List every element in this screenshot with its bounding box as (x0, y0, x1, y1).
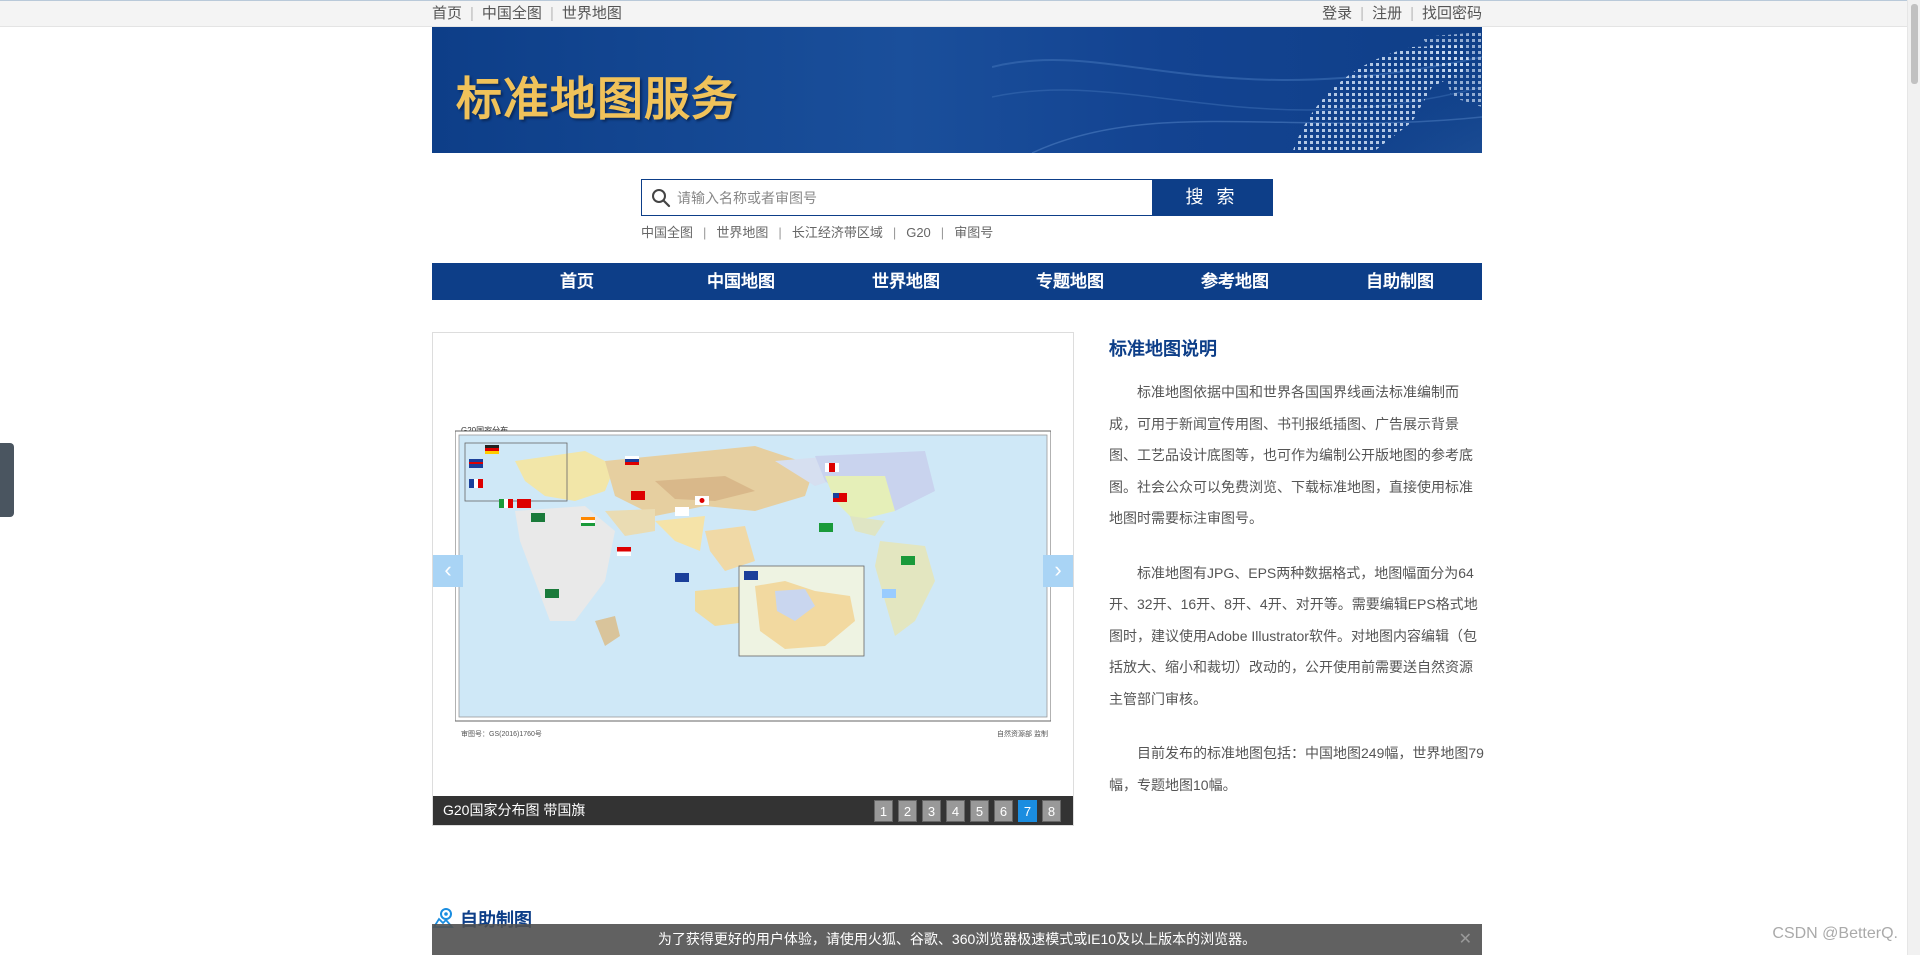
register-link[interactable]: 注册 (1372, 5, 1402, 22)
side-widget-handle[interactable] (0, 443, 14, 517)
description-title: 标准地图说明 (1109, 339, 1217, 359)
main-nav: 首页 中国地图 世界地图 专题地图 参考地图 自助制图 (432, 263, 1482, 300)
page-button-7[interactable]: 7 (1018, 800, 1037, 822)
search-icon (652, 189, 671, 208)
map-carousel: G20国家分布 (432, 332, 1074, 826)
csdn-watermark: CSDN @BetterQ. (1772, 925, 1898, 942)
description-paragraph-3: 目前发布的标准地图包括：中国地图249幅，世界地图79幅，专题地图10幅。 (1109, 745, 1484, 793)
description-paragraph-2: 标准地图有JPG、EPS两种数据格式，地图幅面分为64开、32开、16开、8开、… (1109, 564, 1478, 707)
nav-item-world-map[interactable]: 世界地图 (872, 263, 940, 300)
carousel-caption-bar: G20国家分布图 带国旗 1 2 3 4 5 6 7 8 (433, 796, 1073, 825)
header-banner: 标准地图服务 (432, 27, 1482, 153)
recover-password-link[interactable]: 找回密码 (1422, 5, 1482, 22)
nav-item-home[interactable]: 首页 (560, 263, 594, 300)
page-scrollbar[interactable] (1907, 0, 1920, 955)
carousel-pager: 1 2 3 4 5 6 7 8 (874, 800, 1061, 822)
search-box: 搜 索 (641, 179, 1273, 216)
carousel-caption: G20国家分布图 带国旗 (443, 802, 586, 818)
page-button-2[interactable]: 2 (898, 800, 917, 822)
world-map-image[interactable] (455, 421, 1051, 731)
page-button-3[interactable]: 3 (922, 800, 941, 822)
nav-item-china-map[interactable]: 中国地图 (707, 263, 775, 300)
search-input[interactable] (677, 180, 1147, 215)
quick-link-yangtze[interactable]: 长江经济带区域 (792, 225, 883, 240)
map-producer: 自然资源部 监制 (997, 731, 1048, 738)
page-button-4[interactable]: 4 (946, 800, 965, 822)
standard-map-description: 标准地图说明 标准地图依据中国和世界各国国界线画法标准编制而成，可用于新闻宣传用… (1109, 335, 1484, 824)
close-icon[interactable]: ✕ (1459, 924, 1472, 955)
top-links-right: 登录 | 注册 | 找回密码 (1322, 5, 1482, 22)
quick-search-links: 中国全图 | 世界地图 | 长江经济带区域 | G20 | 审图号 (641, 225, 994, 240)
quick-link-review-number[interactable]: 审图号 (954, 225, 993, 240)
page-button-5[interactable]: 5 (970, 800, 989, 822)
search-button[interactable]: 搜 索 (1152, 180, 1272, 215)
quick-link-world[interactable]: 世界地图 (716, 225, 768, 240)
globe-graphic (992, 27, 1482, 153)
description-paragraph-1: 标准地图依据中国和世界各国国界线画法标准编制而成，可用于新闻宣传用图、书刊报纸插… (1109, 384, 1473, 526)
top-bar: 首页 | 中国全图 | 世界地图 登录 | 注册 | 找回密码 (0, 0, 1920, 27)
nav-item-reference-map[interactable]: 参考地图 (1201, 263, 1269, 300)
map-review-number: 审图号：GS(2016)1760号 (461, 731, 542, 738)
page-button-1[interactable]: 1 (874, 800, 893, 822)
page-button-8[interactable]: 8 (1042, 800, 1061, 822)
carousel-prev-button[interactable]: ‹ (433, 555, 463, 587)
carousel-next-button[interactable]: › (1043, 555, 1073, 587)
top-links-left: 首页 | 中国全图 | 世界地图 (432, 5, 622, 22)
page-button-6[interactable]: 6 (994, 800, 1013, 822)
scrollbar-thumb[interactable] (1911, 4, 1918, 84)
site-title: 标准地图服务 (456, 72, 738, 126)
top-link-china-map[interactable]: 中国全图 (482, 5, 542, 22)
nav-item-thematic-map[interactable]: 专题地图 (1036, 263, 1104, 300)
top-link-home[interactable]: 首页 (432, 5, 462, 22)
login-link[interactable]: 登录 (1322, 5, 1352, 22)
browser-notice-bar: 为了获得更好的用户体验，请使用火狐、谷歌、360浏览器极速模式或IE10及以上版… (432, 924, 1482, 955)
quick-link-china[interactable]: 中国全图 (641, 225, 693, 240)
nav-item-self-mapping[interactable]: 自助制图 (1366, 263, 1434, 300)
browser-notice-text: 为了获得更好的用户体验，请使用火狐、谷歌、360浏览器极速模式或IE10及以上版… (657, 931, 1257, 947)
quick-link-g20[interactable]: G20 (906, 225, 931, 240)
top-link-world-map[interactable]: 世界地图 (562, 5, 622, 22)
